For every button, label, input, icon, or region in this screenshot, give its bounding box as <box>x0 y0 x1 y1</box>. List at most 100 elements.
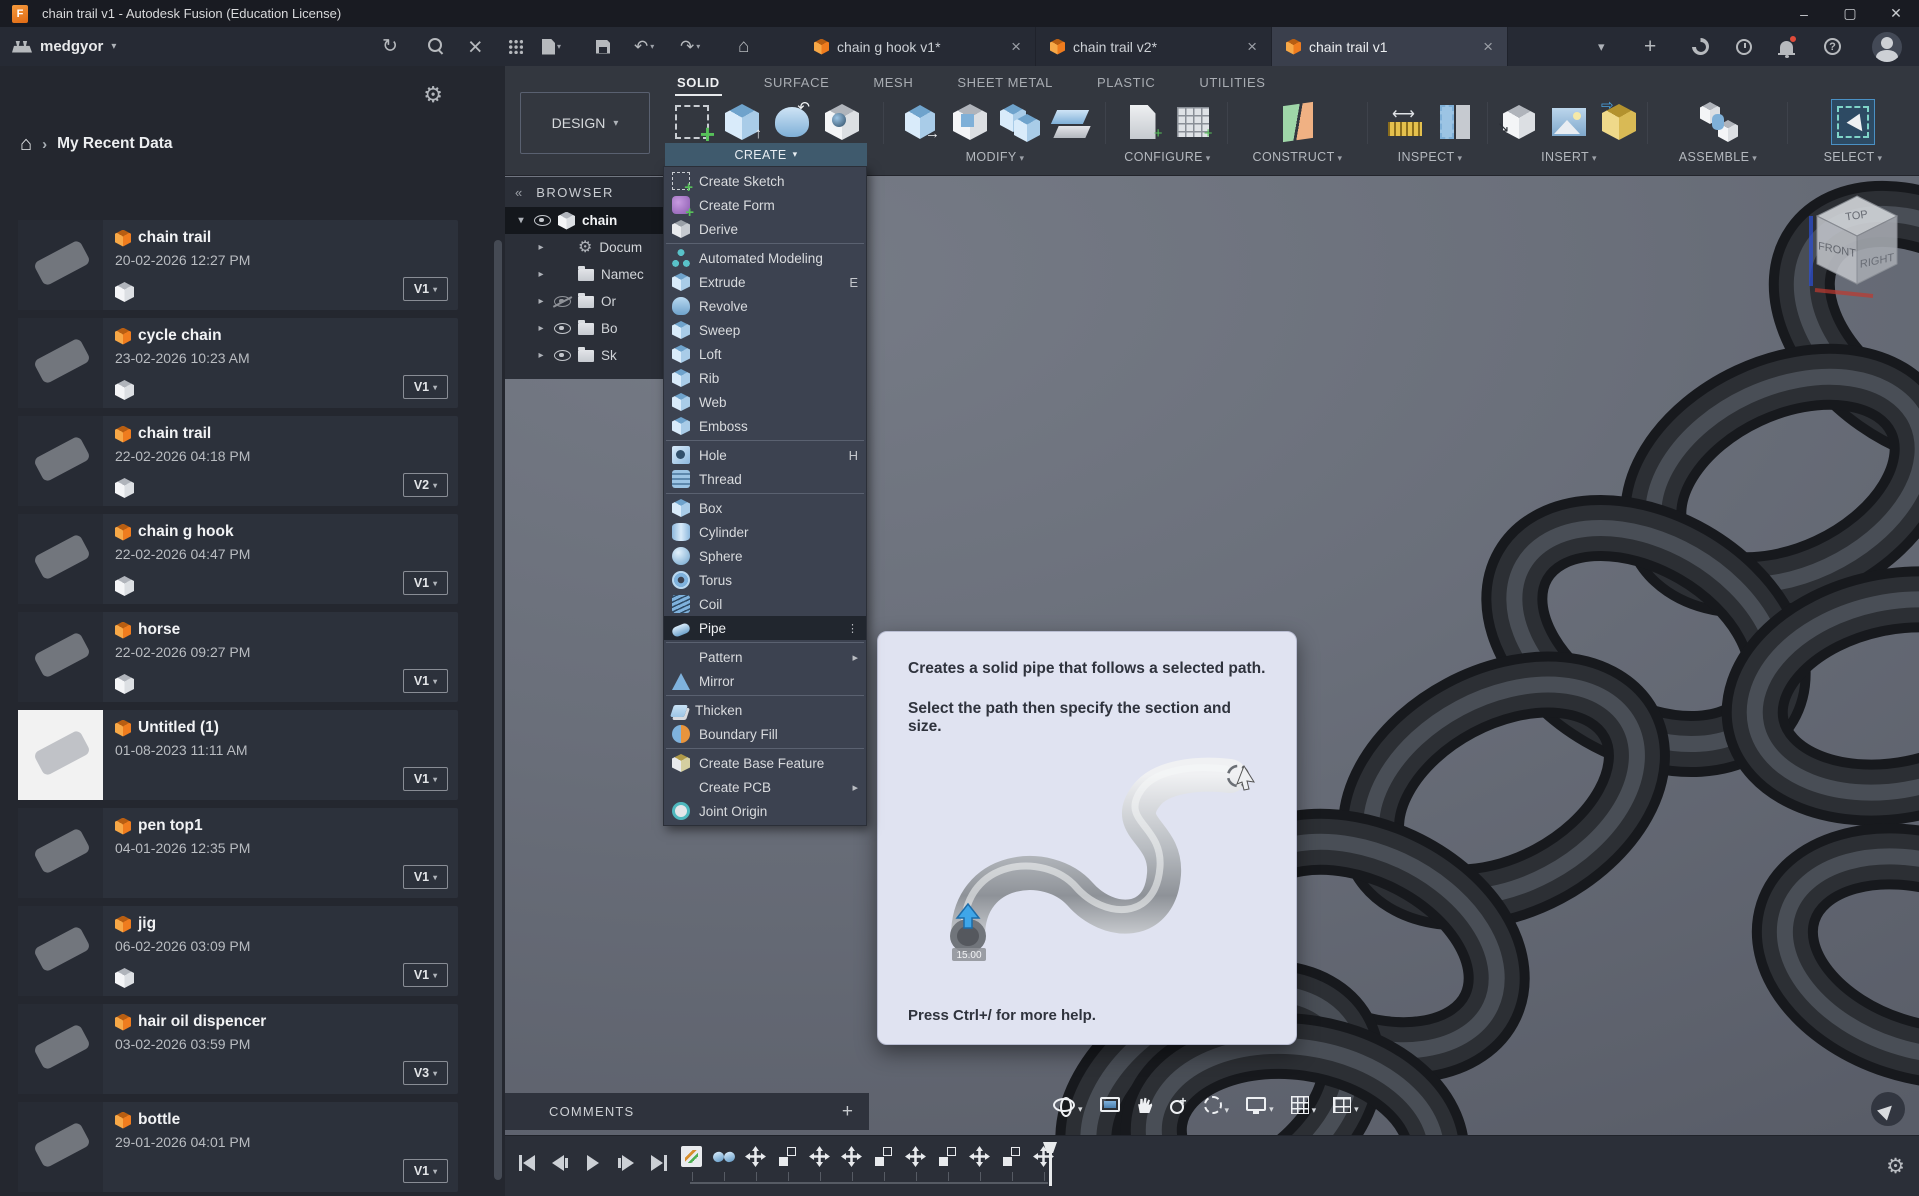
timeline-move-icon[interactable] <box>905 1146 926 1181</box>
menu-item[interactable]: Extrude E <box>664 270 866 294</box>
close-document-icon[interactable]: × <box>468 27 483 66</box>
version-badge[interactable]: V1 ▾ <box>403 669 448 693</box>
menu-item[interactable]: Sphere <box>664 544 866 568</box>
grid-settings-icon[interactable]: ▾ <box>1290 1096 1316 1116</box>
menu-item[interactable]: Box <box>664 496 866 520</box>
notifications-icon[interactable] <box>1778 27 1797 66</box>
visibility-eye-icon[interactable] <box>554 296 571 307</box>
display-settings-icon[interactable]: ▾ <box>1246 1097 1274 1115</box>
go-to-end-button[interactable] <box>647 1150 671 1176</box>
ribbon-tab[interactable]: SHEET METAL <box>957 66 1053 99</box>
canvas-icon[interactable] <box>1547 100 1591 144</box>
go-to-start-button[interactable] <box>515 1150 539 1176</box>
version-badge[interactable]: V1 ▾ <box>403 865 448 889</box>
timeline-marker[interactable] <box>1043 1142 1057 1186</box>
menu-item[interactable]: Emboss <box>664 414 866 438</box>
create-sketch-icon[interactable] <box>670 100 715 147</box>
timeline-sketch-icon[interactable] <box>681 1146 702 1181</box>
menu-item[interactable]: Automated Modeling <box>664 246 866 270</box>
minimize-button[interactable]: – <box>1781 0 1827 27</box>
construction-planes-icon[interactable] <box>1276 100 1320 144</box>
configuration-table-icon[interactable]: + <box>1171 100 1215 144</box>
look-at-icon[interactable] <box>1099 1097 1120 1115</box>
menu-item[interactable]: Loft <box>664 342 866 366</box>
timeline-joint-icon[interactable] <box>937 1146 958 1181</box>
home-view-icon[interactable]: ⌂ <box>738 27 749 66</box>
data-item-card[interactable]: horse 22-02-2026 09:27 PM V1 ▾ <box>18 612 458 702</box>
shell-icon[interactable] <box>948 100 992 144</box>
timeline-move-icon[interactable] <box>841 1146 862 1181</box>
sync-icon[interactable]: ↻ <box>382 27 398 66</box>
tab-overflow-icon[interactable]: ▾ <box>1598 27 1605 66</box>
play-button[interactable] <box>581 1150 605 1176</box>
menu-item[interactable]: Revolve <box>664 294 866 318</box>
combine-icon[interactable] <box>998 100 1042 144</box>
timeline-joint-icon[interactable] <box>873 1146 894 1181</box>
timeline-joint-icon[interactable] <box>1001 1146 1022 1181</box>
menu-item[interactable]: Torus <box>664 568 866 592</box>
split-body-icon[interactable] <box>1048 100 1092 144</box>
menu-item[interactable]: Boundary Fill <box>664 722 866 746</box>
menu-item[interactable]: Mirror <box>664 669 866 693</box>
timeline-move-icon[interactable] <box>745 1146 766 1181</box>
file-menu-icon[interactable]: ▾ <box>542 27 561 66</box>
data-item-card[interactable]: chain trail 20-02-2026 12:27 PM V1 ▾ <box>18 220 458 310</box>
data-item-card[interactable]: cycle chain 23-02-2026 10:23 AM V1 ▾ <box>18 318 458 408</box>
timeline-joint-icon[interactable] <box>777 1146 798 1181</box>
menu-item[interactable]: Thicken <box>664 698 866 722</box>
document-tab[interactable]: chain trail v1 × <box>1272 27 1508 66</box>
menu-item[interactable]: Sweep <box>664 318 866 342</box>
version-badge[interactable]: V2 ▾ <box>403 473 448 497</box>
fit-icon[interactable]: ▾ <box>1203 1096 1229 1116</box>
job-status-icon[interactable] <box>1736 27 1752 66</box>
section-analysis-icon[interactable] <box>1433 100 1477 144</box>
workspace-selector[interactable]: DESIGN ▾ <box>520 92 650 154</box>
data-item-card[interactable]: pen top1 04-01-2026 12:35 PM V1 ▾ <box>18 808 458 898</box>
menu-item[interactable]: Thread <box>664 467 866 491</box>
undo-icon[interactable]: ↶ ▾ <box>634 27 654 66</box>
close-button[interactable]: ✕ <box>1873 0 1919 27</box>
group-label-modify[interactable]: MODIFY <box>895 150 1095 164</box>
insert-derive-icon[interactable]: ↘ <box>1497 100 1541 144</box>
browser-collapse-icon[interactable]: « <box>515 185 522 200</box>
ribbon-tab[interactable]: UTILITIES <box>1199 66 1265 99</box>
new-tab-icon[interactable]: + <box>1644 27 1656 66</box>
visibility-eye-icon[interactable] <box>554 350 571 361</box>
timeline-gear-icon[interactable]: ⚙ <box>1886 1156 1905 1177</box>
step-back-button[interactable] <box>548 1150 572 1176</box>
kebab-menu-icon[interactable]: ⋮ <box>847 622 858 635</box>
select-window-icon[interactable] <box>1831 99 1875 145</box>
joint-icon[interactable] <box>1696 100 1740 144</box>
tree-chevron-icon[interactable]: ▸ <box>535 269 547 280</box>
ribbon-tab[interactable]: PLASTIC <box>1097 66 1155 99</box>
orbit-icon[interactable]: ▾ <box>1053 1096 1083 1117</box>
extrude-icon[interactable]: ↑ <box>720 100 764 144</box>
hole-icon[interactable] <box>820 100 864 144</box>
version-badge[interactable]: V1 ▾ <box>403 571 448 595</box>
menu-item[interactable]: Pipe ⋮ <box>664 616 866 640</box>
document-tab[interactable]: chain g hook v1* × <box>800 27 1036 66</box>
revolve-icon[interactable]: ↶ <box>770 99 814 144</box>
search-icon[interactable] <box>428 27 445 66</box>
menu-item[interactable]: Cylinder <box>664 520 866 544</box>
data-item-card[interactable]: chain g hook 22-02-2026 04:47 PM V1 ▾ <box>18 514 458 604</box>
version-badge[interactable]: V1 ▾ <box>403 767 448 791</box>
press-pull-icon[interactable]: → <box>898 100 942 144</box>
menu-item[interactable]: Coil <box>664 592 866 616</box>
menu-item[interactable]: Web <box>664 390 866 414</box>
menu-item[interactable]: Create Form <box>664 193 866 220</box>
navigation-compass-icon[interactable] <box>1871 1092 1905 1126</box>
menu-item[interactable]: Rib <box>664 366 866 390</box>
menu-item[interactable]: Hole H <box>664 443 866 467</box>
group-label-configure[interactable]: CONFIGURE <box>1115 150 1220 164</box>
redo-icon[interactable]: ↷ ▾ <box>680 27 700 66</box>
data-item-card[interactable]: jig 06-02-2026 03:09 PM V1 ▾ <box>18 906 458 996</box>
view-cube[interactable]: TOP FRONT RIGHT <box>1803 186 1911 306</box>
ribbon-tab[interactable]: SOLID <box>675 66 722 99</box>
zoom-icon[interactable] <box>1169 1094 1187 1116</box>
profile-avatar[interactable] <box>1872 27 1902 66</box>
data-item-card[interactable]: chain trail 22-02-2026 04:18 PM V2 ▾ <box>18 416 458 506</box>
menu-item[interactable]: Create PCB ▸ <box>664 775 866 799</box>
home-icon[interactable]: ⌂ <box>20 134 32 154</box>
version-badge[interactable]: V1 ▾ <box>403 375 448 399</box>
